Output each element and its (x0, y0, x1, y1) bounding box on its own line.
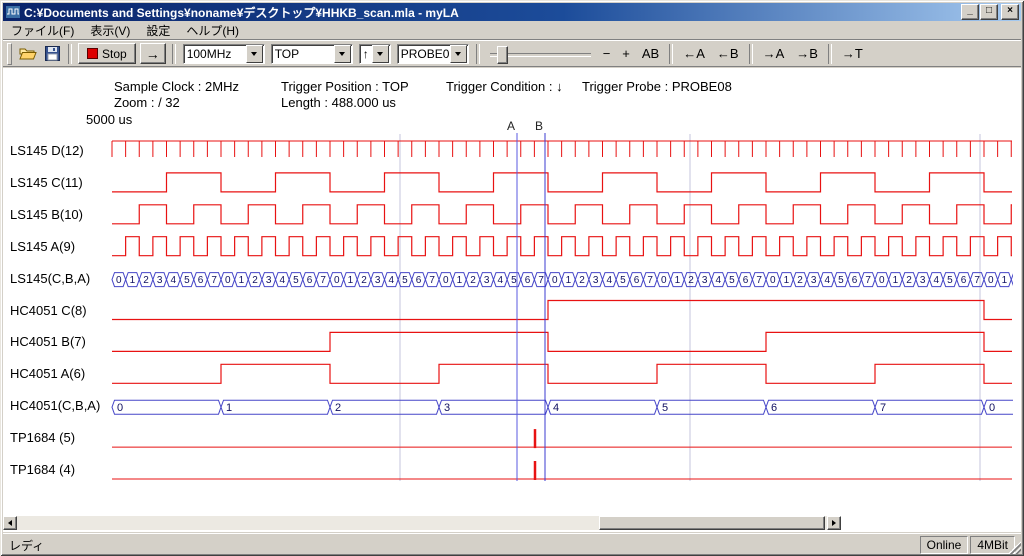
zoom-slider[interactable] (488, 43, 593, 65)
sample-clock-select[interactable]: 100MHz (183, 44, 265, 64)
stop-button[interactable]: Stop (78, 43, 136, 64)
trigger-edge-value: ↑ (360, 47, 371, 61)
trigger-position-info: Trigger Position : TOP (281, 79, 409, 94)
arrow-right-icon (832, 520, 836, 526)
title-bar[interactable]: C:¥Documents and Settings¥noname¥デスクトップ¥… (3, 3, 1021, 21)
app-icon (5, 5, 21, 19)
ab-button[interactable]: AB (638, 45, 663, 62)
menu-file[interactable]: ファイル(F) (3, 21, 82, 40)
status-cells: Online 4MBit (920, 536, 1015, 554)
menu-help[interactable]: ヘルプ(H) (178, 21, 247, 40)
length-info: Length : 488.000 us (281, 95, 396, 110)
waveform-client-area (3, 68, 1021, 532)
trigger-edge-select[interactable]: ↑ (359, 44, 391, 64)
toolbar-grip[interactable] (7, 43, 12, 65)
resize-grip[interactable] (1008, 541, 1021, 554)
sample-clock-info: Sample Clock : 2MHz (114, 79, 239, 94)
toolbar: Stop → 100MHz TOP ↑ PROBE00 − + AB ←A ←B (3, 40, 1021, 67)
trigger-position-value: TOP (272, 47, 333, 61)
trigger-position-select[interactable]: TOP (271, 44, 353, 64)
zoom-slider-thumb[interactable] (497, 46, 508, 64)
maximize-button[interactable]: □ (980, 4, 998, 20)
trigger-condition-info: Trigger Condition : ↓ (446, 79, 563, 94)
jump-cursor-a-right-button[interactable]: →A (759, 45, 789, 62)
sample-clock-value: 100MHz (184, 47, 245, 61)
window-controls: _ □ × (961, 4, 1019, 20)
horizontal-scrollbar[interactable] (3, 516, 841, 530)
toolbar-separator (749, 44, 753, 64)
trigger-probe-value: PROBE00 (398, 47, 449, 61)
online-indicator: Online (920, 536, 969, 554)
menu-view[interactable]: 表示(V) (82, 21, 138, 40)
jump-cursor-b-left-button[interactable]: ←B (713, 45, 743, 62)
run-button[interactable]: → (140, 43, 166, 64)
toolbar-separator (172, 44, 176, 64)
chevron-down-icon[interactable] (246, 45, 263, 63)
chevron-down-icon[interactable] (450, 45, 467, 63)
close-button[interactable]: × (1001, 4, 1019, 20)
app-window: C:¥Documents and Settings¥noname¥デスクトップ¥… (0, 0, 1024, 556)
status-message: レディ (9, 537, 44, 554)
jump-trigger-button[interactable]: →T (838, 45, 867, 62)
window-title: C:¥Documents and Settings¥noname¥デスクトップ¥… (24, 4, 961, 21)
time-origin-label: 5000 us (86, 112, 132, 127)
status-bar: レディ Online 4MBit (3, 533, 1021, 554)
zoom-in-button[interactable]: + (618, 45, 634, 62)
scroll-right-button[interactable] (827, 516, 841, 530)
trigger-probe-info: Trigger Probe : PROBE08 (582, 79, 732, 94)
jump-cursor-a-left-button[interactable]: ←A (679, 45, 709, 62)
toolbar-separator (476, 44, 480, 64)
menu-settings[interactable]: 設定 (138, 21, 178, 40)
scrollbar-thumb[interactable] (599, 516, 825, 530)
minimize-button[interactable]: _ (961, 4, 979, 20)
chevron-down-icon[interactable] (372, 45, 389, 63)
chevron-down-icon[interactable] (334, 45, 351, 63)
stop-button-label: Stop (102, 47, 127, 61)
trigger-probe-select[interactable]: PROBE00 (397, 44, 469, 64)
menu-bar: ファイル(F) 表示(V) 設定 ヘルプ(H) (3, 21, 1021, 40)
toolbar-separator (669, 44, 673, 64)
scroll-left-button[interactable] (3, 516, 17, 530)
stop-square-icon (87, 48, 98, 59)
jump-cursor-b-right-button[interactable]: →B (792, 45, 822, 62)
toolbar-separator (828, 44, 832, 64)
open-file-icon[interactable] (16, 43, 40, 65)
zoom-info: Zoom : / 32 (114, 95, 180, 110)
zoom-out-button[interactable]: − (599, 45, 615, 62)
arrow-left-icon (8, 520, 12, 526)
toolbar-separator (68, 44, 72, 64)
save-icon[interactable] (40, 43, 64, 65)
